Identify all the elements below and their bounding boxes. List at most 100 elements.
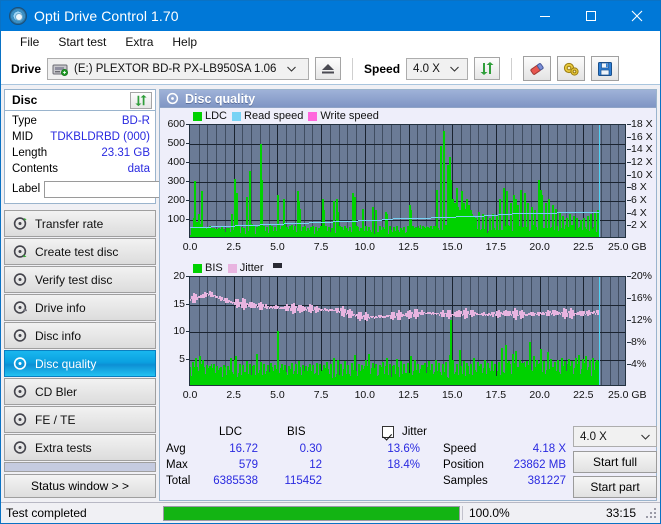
data-spike bbox=[474, 357, 475, 385]
cursor-line[interactable] bbox=[599, 277, 601, 385]
y-tick-label: 600 bbox=[167, 118, 185, 130]
data-spike bbox=[404, 226, 405, 237]
jitter-line bbox=[313, 309, 314, 312]
data-spike bbox=[390, 364, 391, 385]
sidebar-item-drive-info[interactable]: Drive info bbox=[4, 294, 156, 321]
data-spike bbox=[376, 210, 377, 237]
data-spike bbox=[511, 202, 512, 237]
data-spike bbox=[397, 225, 398, 237]
data-spike bbox=[493, 214, 494, 237]
start-full-button[interactable]: Start full bbox=[573, 451, 657, 473]
status-bar: Test completed 100.0% 33:15 bbox=[1, 502, 660, 523]
data-spike bbox=[334, 357, 335, 385]
app-window: Opti Drive Control 1.70 File Start test … bbox=[0, 0, 661, 524]
minimize-icon[interactable] bbox=[522, 1, 568, 31]
menu-help[interactable]: Help bbox=[163, 33, 206, 51]
maximize-icon[interactable] bbox=[568, 1, 614, 31]
drive-info-icon bbox=[13, 301, 27, 314]
y-tick-mark bbox=[186, 303, 189, 305]
stats-max-bis: 12 bbox=[309, 459, 322, 471]
read-speed-line bbox=[308, 221, 334, 223]
sidebar-item-disc-info[interactable]: Disc info bbox=[4, 322, 156, 349]
sidebar-item-disc-quality[interactable]: Disc quality bbox=[4, 350, 156, 377]
data-spike bbox=[443, 364, 444, 385]
disc-row-mid: MID TDKBLDRBD (000) bbox=[12, 129, 150, 145]
menu-start-test[interactable]: Start test bbox=[49, 33, 115, 51]
y2-tick-mark bbox=[627, 124, 631, 125]
panel-title: Disc quality bbox=[185, 91, 256, 106]
drive-select[interactable]: (E:) PLEXTOR BD-R PX-LB950SA 1.06 bbox=[47, 57, 310, 80]
data-spike bbox=[423, 225, 424, 237]
eject-button[interactable] bbox=[315, 57, 342, 80]
refresh-button[interactable] bbox=[474, 57, 501, 80]
data-spike bbox=[525, 193, 526, 237]
settings-button[interactable] bbox=[557, 56, 586, 81]
data-spike bbox=[528, 202, 529, 237]
window-controls bbox=[522, 1, 660, 31]
y-tick-mark bbox=[186, 331, 189, 332]
stats-total-bis: 115452 bbox=[284, 475, 322, 487]
sidebar-item-extra-tests[interactable]: Extra tests bbox=[4, 434, 156, 461]
sidebar-label: Disc quality bbox=[35, 356, 97, 371]
grid-line-h bbox=[190, 163, 625, 164]
legend-label: LDC bbox=[205, 110, 228, 122]
data-spike bbox=[513, 354, 514, 385]
close-icon[interactable] bbox=[614, 1, 660, 31]
start-part-button[interactable]: Start part bbox=[573, 476, 657, 498]
data-spike bbox=[299, 360, 300, 385]
read-speed-line bbox=[539, 212, 558, 214]
stats-header-ldc: LDC bbox=[219, 426, 243, 438]
data-spike bbox=[236, 356, 237, 385]
sidebar-item-verify-test-disc[interactable]: Verify test disc bbox=[4, 266, 156, 293]
data-spike bbox=[509, 360, 510, 385]
y-tick-label: 300 bbox=[167, 175, 185, 187]
x-tick-label: 15.0 bbox=[441, 241, 463, 253]
y-tick-mark bbox=[186, 124, 189, 125]
data-spike bbox=[562, 357, 563, 385]
disc-type-value: BD-R bbox=[121, 115, 150, 127]
speed-dropdown[interactable]: 4.0 X bbox=[573, 426, 657, 447]
resize-grip[interactable] bbox=[644, 506, 658, 520]
save-button[interactable] bbox=[591, 56, 620, 81]
stats-avg-ldc: 16.72 bbox=[229, 443, 258, 455]
eraser-button[interactable] bbox=[523, 56, 552, 81]
cursor-line[interactable] bbox=[599, 125, 601, 237]
sidebar-label: Drive info bbox=[35, 300, 86, 315]
data-spike bbox=[548, 352, 549, 385]
disc-label-row: Label bbox=[12, 179, 249, 199]
stats-avg-bis: 0.30 bbox=[299, 443, 322, 455]
sidebar-item-fe-te[interactable]: FE / TE bbox=[4, 406, 156, 433]
jitter-line bbox=[339, 311, 340, 313]
data-spike bbox=[576, 357, 577, 385]
jitter-checkbox[interactable] bbox=[382, 426, 394, 438]
toolbar-divider bbox=[352, 57, 354, 80]
data-spike bbox=[588, 216, 589, 237]
grid-line-v bbox=[356, 277, 358, 385]
disc-refresh-button[interactable] bbox=[130, 91, 152, 109]
data-spike bbox=[210, 366, 211, 385]
data-spike bbox=[516, 350, 517, 385]
sidebar-item-cd-bler[interactable]: CD Bler bbox=[4, 378, 156, 405]
menu-file[interactable]: File bbox=[11, 33, 48, 51]
data-spike bbox=[272, 225, 273, 237]
read-speed-line bbox=[511, 213, 526, 215]
x-tick-label: 17.5 bbox=[485, 241, 507, 253]
samples-stat-key: Samples bbox=[443, 475, 488, 487]
status-window-button[interactable]: Status window > > bbox=[4, 474, 156, 498]
jitter-line bbox=[190, 299, 191, 301]
sidebar-item-create-test-disc[interactable]: Create test disc bbox=[4, 238, 156, 265]
disc-group-title: Disc bbox=[12, 93, 38, 107]
disc-quality-icon bbox=[166, 92, 179, 105]
data-spike bbox=[471, 364, 472, 385]
y2-tick-label: 16% bbox=[631, 292, 653, 304]
progress-percent: 100.0% bbox=[462, 506, 572, 520]
data-spike bbox=[567, 218, 568, 237]
y2-tick-mark bbox=[627, 212, 631, 214]
sidebar-item-transfer-rate[interactable]: Transfer rate bbox=[4, 210, 156, 237]
data-spike bbox=[590, 359, 591, 385]
elapsed-time: 33:15 bbox=[605, 506, 636, 520]
x-tick-label: 10.0 bbox=[354, 241, 376, 253]
speed-select[interactable]: 4.0 X bbox=[406, 57, 469, 80]
menu-extra[interactable]: Extra bbox=[116, 33, 162, 51]
y2-tick-label: 12% bbox=[631, 314, 653, 326]
